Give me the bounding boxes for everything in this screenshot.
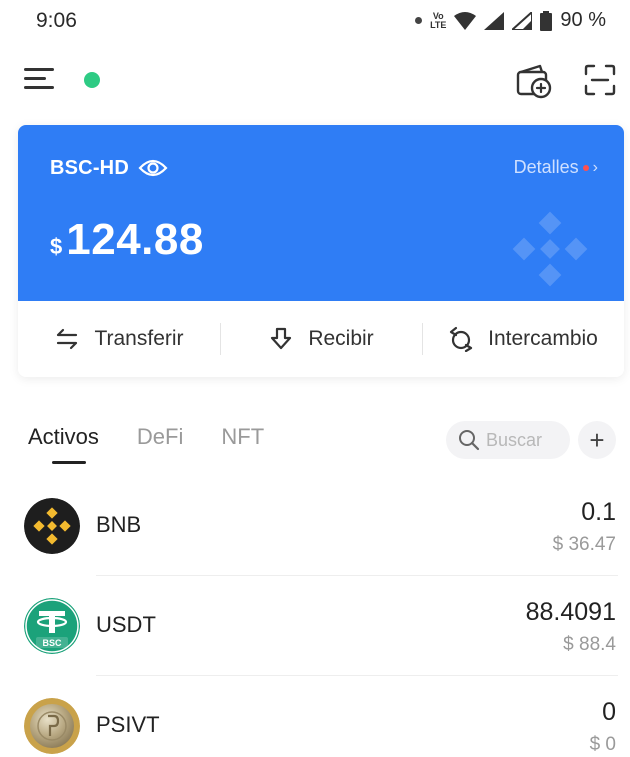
asset-value: $ 88.4: [563, 634, 616, 655]
balance-amount: 124.88: [66, 215, 204, 264]
top-bar: [0, 56, 630, 104]
search-input[interactable]: [486, 429, 566, 451]
transfer-arrows-icon: [57, 328, 78, 350]
notification-dot-icon: [415, 17, 423, 24]
active-tab-indicator: [52, 461, 86, 464]
wallet-actions: Transferir Recibir Intercambio: [18, 301, 624, 377]
transfer-button[interactable]: Transferir: [18, 301, 220, 377]
tab-nft[interactable]: NFT: [221, 424, 264, 450]
notification-dot: [582, 164, 589, 171]
asset-symbol: PSIVT: [96, 712, 160, 737]
bnb-watermark-icon: [512, 211, 588, 287]
tab-defi[interactable]: DeFi: [137, 424, 183, 450]
add-token-button[interactable]: +: [578, 421, 616, 459]
search-box[interactable]: [446, 421, 570, 459]
status-icons: Vo LTE 90 %: [415, 9, 606, 32]
asset-list: BNB 0.1 $ 36.47 BSC USDT 88.4091 $ 88.4: [0, 476, 630, 757]
asset-symbol: USDT: [96, 612, 156, 637]
swap-button[interactable]: Intercambio: [422, 301, 624, 377]
status-bar: 9:06 Vo LTE 90 %: [0, 0, 630, 44]
receive-arrow-icon: [271, 327, 292, 350]
signal-icon: [484, 11, 505, 30]
asset-amount: 0.1: [581, 498, 616, 526]
asset-value: $ 36.47: [552, 534, 616, 555]
connection-status-dot: [84, 72, 100, 88]
battery-level: 90 %: [560, 9, 606, 31]
asset-symbol: BNB: [96, 512, 142, 537]
wallet-balance: $ 124.88: [50, 215, 204, 265]
asset-amount: 88.4091: [525, 598, 616, 626]
signal-secondary-icon: [512, 11, 533, 30]
scan-icon[interactable]: [580, 60, 620, 100]
volte-icon: Vo LTE: [430, 10, 447, 30]
usdt-bsc-logo-icon: BSC: [24, 598, 80, 654]
asset-amount: 0: [602, 698, 616, 726]
wallet-balance-panel: BSC-HD Detalles › $ 124.88: [18, 125, 624, 301]
wallet-add-icon[interactable]: [514, 60, 554, 100]
bnb-logo-icon: [24, 498, 80, 554]
plus-icon: +: [589, 424, 605, 455]
eye-icon[interactable]: [138, 157, 168, 179]
menu-icon[interactable]: [24, 66, 56, 92]
tab-activos[interactable]: Activos: [28, 424, 99, 450]
asset-value: $ 0: [589, 734, 616, 755]
asset-row-usdt[interactable]: BSC USDT 88.4091 $ 88.4: [0, 576, 630, 676]
search-icon: [459, 430, 480, 451]
details-link[interactable]: Detalles ›: [514, 157, 598, 178]
battery-icon: [540, 10, 553, 31]
swap-icon: [450, 326, 473, 352]
bsc-badge: BSC: [42, 638, 62, 648]
status-time: 9:06: [36, 9, 77, 32]
chevron-right-icon: ›: [592, 158, 598, 176]
wallet-card: BSC-HD Detalles › $ 124.88 Transferir Re…: [18, 125, 624, 377]
psivt-coin-icon: [24, 698, 80, 754]
wifi-icon: [454, 11, 477, 30]
asset-tabs: Activos DeFi NFT: [28, 424, 264, 450]
wallet-name: BSC-HD: [50, 157, 129, 179]
currency-symbol: $: [50, 234, 63, 259]
asset-row-bnb[interactable]: BNB 0.1 $ 36.47: [0, 476, 630, 576]
asset-row-psivt[interactable]: PSIVT 0 $ 0: [0, 676, 630, 757]
receive-button[interactable]: Recibir: [220, 301, 422, 377]
